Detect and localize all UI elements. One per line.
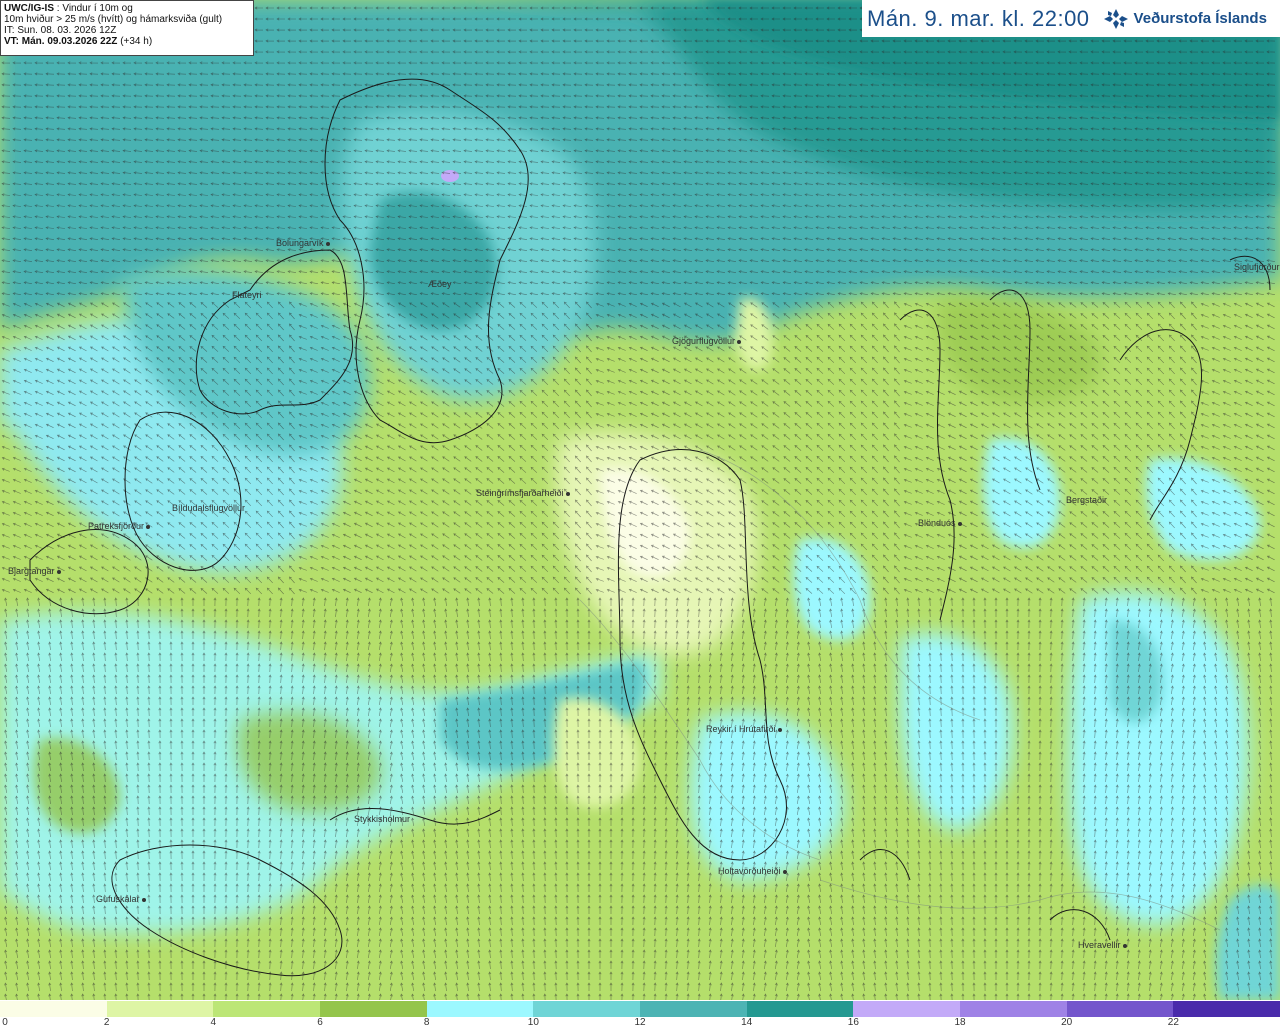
place-marker	[56, 569, 61, 574]
legend-tick-label: 10	[527, 1017, 539, 1028]
vedurstofa-logo[interactable]: Veðurstofa Íslands	[1102, 7, 1267, 31]
place-siglufjordur: Siglufjörður	[1234, 262, 1280, 272]
place-patreksfjordur: Patreksfjörður	[88, 521, 151, 531]
place-marker	[777, 727, 782, 732]
legend-tick-label: 14	[741, 1017, 753, 1028]
legend-tick-label: 8	[423, 1017, 430, 1028]
place-marker	[141, 897, 146, 902]
place-hveravellir: Hveravellir	[1078, 940, 1127, 950]
place-marker	[1122, 943, 1127, 948]
map-title-box: Mán. 9. mar. kl. 22:00 Veðurstofa Ísland…	[862, 0, 1280, 37]
place-reykir: Reykir í Hrútafirði	[706, 724, 782, 734]
legend-tick-label: 4	[210, 1017, 217, 1028]
legend-swatch	[853, 1001, 961, 1017]
legend-tick-label: 18	[954, 1017, 966, 1028]
place-bergstadir: Bergstaðir	[1066, 495, 1108, 505]
legend-swatch	[1066, 1001, 1174, 1017]
legend-swatch	[213, 1001, 321, 1017]
place-stykkisholmur: Stykkishólmur	[354, 814, 411, 824]
legend-tick-label: 22	[1167, 1017, 1179, 1028]
info-issue-time: IT: Sun. 08. 03. 2026 12Z	[4, 25, 117, 36]
legend-swatch	[533, 1001, 641, 1017]
forecast-info-box: UWC/IG-IS : Vindur í 10m og 10m hviður >…	[0, 0, 254, 56]
legend-tick-label: 2	[103, 1017, 110, 1028]
valid-time-title: Mán. 9. mar. kl. 22:00	[867, 5, 1090, 31]
legend-tick-label: 16	[847, 1017, 859, 1028]
legend-swatch	[960, 1001, 1067, 1017]
place-holtavorduheidi: Holtavörðuheiði	[718, 866, 787, 876]
place-marker	[146, 524, 151, 529]
place-gufuskalar: Gufuskálar	[96, 894, 146, 904]
info-line-2: 10m hviður > 25 m/s (hvítt) og hámarksvi…	[4, 14, 223, 25]
place-bildudalsflugvollur: Bíldudalsflugvöllur	[172, 503, 246, 513]
place-marker	[737, 339, 742, 344]
legend-color-bar	[0, 1001, 1280, 1017]
place-steingrimsfjardarheidi: Steingrímsfjarðarheiði	[476, 488, 570, 498]
place-blonduos: Blönduós	[918, 518, 962, 528]
legend-tick-label: 20	[1061, 1017, 1073, 1028]
place-aedey: Æðey	[428, 279, 452, 289]
snowflake-logo-icon	[1103, 8, 1128, 29]
place-flateyri: Flateyri	[232, 290, 262, 300]
legend-tick-label: 0	[2, 1017, 8, 1028]
legend-tick-label: 12	[634, 1017, 646, 1028]
legend-tick-label: 6	[317, 1017, 323, 1028]
legend-swatch	[106, 1001, 214, 1017]
info-line-1: UWC/IG-IS : Vindur í 10m og	[4, 3, 133, 14]
place-marker	[957, 521, 962, 526]
legend-swatch	[0, 1001, 107, 1017]
info-valid-time: VT: Mán. 09.03.2026 22Z (+34 h)	[4, 36, 153, 47]
logo-text: Veðurstofa Íslands	[1133, 10, 1267, 27]
legend-swatch	[640, 1001, 747, 1017]
place-marker	[782, 869, 787, 874]
place-marker	[325, 241, 330, 246]
legend-swatch	[320, 1001, 427, 1017]
place-bjargtangar: Bjargtangar	[8, 566, 61, 576]
wind-speed-legend: 0 2 4 6 8 10 12 14 16 18 20 22	[0, 1000, 1280, 1030]
place-bolungarvik: Bolungarvík	[276, 238, 330, 248]
legend-swatch	[746, 1001, 854, 1017]
legend-swatch	[1173, 1001, 1280, 1017]
place-marker	[565, 491, 570, 496]
place-gjogurflugvollur: Gjögurflugvöllur	[672, 336, 742, 346]
legend-swatch	[426, 1001, 534, 1017]
